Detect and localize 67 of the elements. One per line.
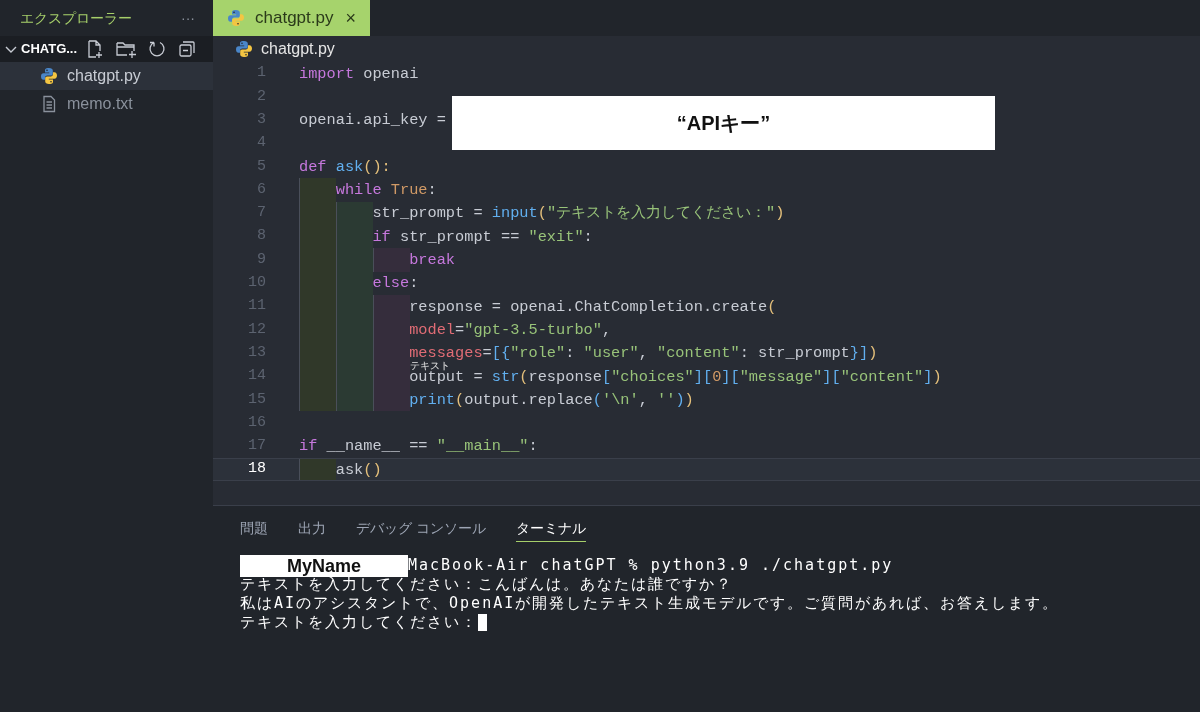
indent-guide	[336, 201, 373, 226]
panel-tab[interactable]: 問題	[240, 518, 268, 542]
line-number: 14	[247, 366, 266, 387]
new-folder-icon[interactable]	[115, 39, 138, 59]
code-line: if str_prompt == "exit":	[372, 229, 593, 244]
line-number: 15	[247, 389, 266, 410]
file-item[interactable]: chatgpt.py	[0, 62, 213, 90]
code-line: def ask():	[299, 159, 391, 174]
more-actions-button[interactable]: ···	[181, 7, 195, 29]
text-file-icon	[40, 95, 58, 113]
line-number: 2	[256, 86, 266, 107]
line-number: 17	[247, 436, 266, 457]
sidebar-title: エクスプローラー	[20, 8, 132, 28]
panel-tab[interactable]: デバッグ コンソール	[356, 518, 486, 542]
redaction-box: MyName	[240, 554, 408, 577]
indent-guide	[373, 248, 410, 272]
line-number: 11	[247, 296, 266, 317]
line-number: 5	[256, 156, 266, 177]
code-line: model="gpt-3.5-turbo",	[409, 322, 612, 337]
code-line: print(output.replace('\n', ''))	[409, 392, 694, 407]
panel-tab[interactable]: 出力	[298, 518, 326, 542]
line-number: 18	[247, 459, 266, 480]
terminal-line: 私はAIのアシスタントで、OpenAIが開発したテキスト生成モデルです。ご質問があれば、お答えします。	[240, 594, 1060, 613]
line-number: 7	[256, 203, 266, 224]
terminal-line: テキストを入力してください：	[240, 613, 478, 632]
folder-row[interactable]: CHATG...	[0, 36, 213, 62]
breadcrumb[interactable]: chatgpt.py	[261, 37, 335, 61]
panel-tab[interactable]: ターミナル	[515, 518, 586, 542]
code-line: response = openai.ChatCompletion.create(	[409, 299, 777, 314]
code-line: import openai	[299, 66, 419, 81]
indent-guide	[373, 388, 410, 412]
terminal-line: MacBook-Air chatGPT % python3.9 ./chatgpt.py	[408, 556, 894, 575]
indent-guide	[373, 294, 410, 319]
line-number: 3	[256, 110, 266, 130]
indent-guide	[336, 388, 373, 412]
python-file-icon	[40, 67, 58, 85]
line-number: 4	[256, 133, 266, 154]
python-file-icon	[235, 40, 253, 58]
code-line: if __name__ == "__main__":	[299, 439, 538, 454]
line-number: 6	[256, 179, 266, 200]
indent-guide	[299, 459, 336, 481]
annotation-label: テキスト	[410, 361, 450, 370]
folder-name: CHATG...	[21, 40, 78, 59]
collapse-all-icon[interactable]	[177, 39, 198, 59]
line-number: 12	[247, 319, 266, 340]
code-line: ask()	[335, 462, 382, 477]
line-number: 13	[247, 342, 266, 363]
line-number: 8	[256, 226, 266, 247]
code-line: else:	[372, 276, 419, 291]
code-line: str_prompt = input("テキストを入力してください：")	[372, 206, 785, 221]
code-line: openai.api_key =	[299, 113, 447, 128]
line-number: 10	[247, 273, 266, 294]
line-number: 1	[256, 63, 266, 84]
terminal-line: テキストを入力してください：こんばんは。あなたは誰ですか？	[240, 575, 733, 594]
redaction-box: “APIキー”	[452, 96, 995, 150]
close-icon[interactable]: ×	[345, 4, 356, 32]
indent-guide	[299, 178, 336, 202]
code-line: messages=[{"role": "user", "content": str_prompt}])	[409, 346, 878, 361]
file-item[interactable]: memo.txt	[0, 90, 213, 118]
code-line: output = str(response["choices"][0]["message"]["content"])	[409, 369, 942, 384]
indent-guide	[299, 388, 336, 412]
line-number: 9	[256, 249, 266, 270]
code-line: break	[409, 253, 456, 267]
line-number: 16	[247, 412, 266, 433]
editor-tab[interactable]: chatgpt.py ×	[213, 0, 370, 36]
code-line: while True:	[335, 183, 437, 198]
python-file-icon	[227, 9, 245, 27]
